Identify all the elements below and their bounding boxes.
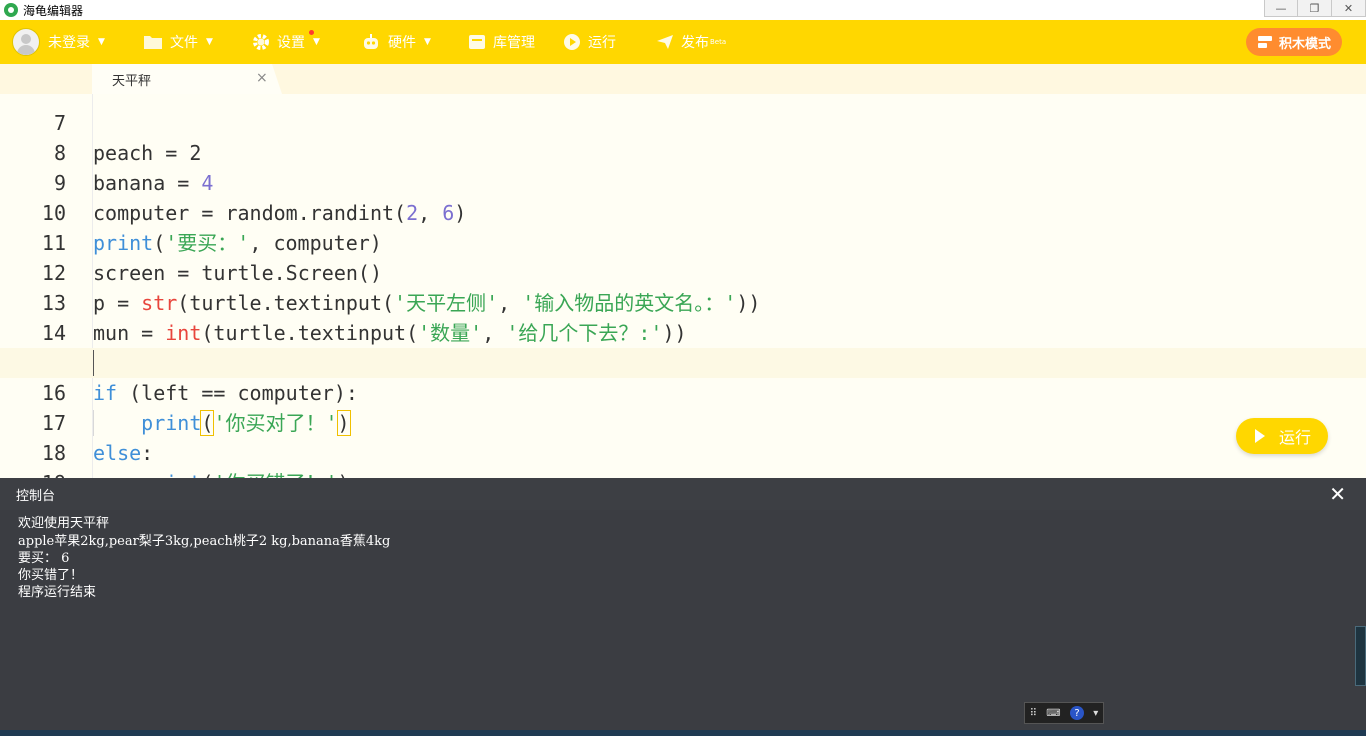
console-line: 程序运行结束 — [18, 585, 97, 600]
folder-icon — [144, 36, 162, 49]
code-line-17: 17 else: — [0, 378, 1366, 465]
minimize-button[interactable]: — — [1264, 0, 1298, 17]
restore-button[interactable]: ❐ — [1298, 0, 1332, 17]
ime-toolbar[interactable]: ⠿ ⌨ ? ▾ — [1024, 702, 1104, 724]
main-toolbar: 未登录 ▼ 文件 ▼ 设置 ▼ 硬件 ▼ 库管理 运行 发布 Beta 积木模式 — [0, 20, 1366, 64]
console-line: apple苹果2kg,pear梨子3kg,peach桃子2 kg,banana香… — [18, 534, 391, 549]
gear-icon — [253, 34, 269, 50]
line-number: 19 — [0, 468, 66, 478]
code-line-8: 8 banana = 4 — [0, 108, 1366, 195]
blocks-icon — [1257, 36, 1272, 48]
avatar — [12, 28, 40, 56]
publish-button[interactable]: 发布 Beta — [656, 20, 726, 64]
hardware-menu[interactable]: 硬件 ▼ — [361, 20, 431, 64]
robot-icon — [364, 34, 378, 49]
hardware-menu-label: 硬件 — [388, 35, 416, 51]
side-drag-handle[interactable] — [1355, 626, 1366, 686]
tab-bar: 天平秤 × — [0, 64, 1366, 94]
code-editor[interactable]: 7 peach = 2 8 banana = 4 9 computer = ra… — [0, 94, 1366, 478]
file-menu[interactable]: 文件 ▼ — [143, 20, 213, 64]
settings-menu-label: 设置 — [277, 35, 305, 51]
paper-plane-icon — [657, 35, 673, 49]
text-cursor — [93, 350, 94, 376]
console-title: 控制台 — [16, 488, 56, 504]
library-manager-button[interactable]: 库管理 — [468, 20, 535, 64]
code-line-10: 10 print('要买：', computer) — [0, 168, 1366, 255]
play-icon — [1254, 429, 1265, 443]
code-line-13: 13 mun = int(turtle.textinput('数量', '给几个… — [0, 258, 1366, 345]
floating-run-button[interactable]: 运行 — [1236, 418, 1328, 454]
library-box-icon — [469, 35, 485, 49]
code-line-7: 7 peach = 2 — [0, 94, 1366, 165]
title-bar: 海龟编辑器 — ❐ ✕ — [0, 0, 1366, 21]
publish-label: 发布 — [681, 35, 709, 51]
code-line-14: 14 left = (p * mun) — [0, 288, 1366, 375]
login-menu[interactable]: 未登录 ▼ — [12, 20, 105, 64]
file-menu-label: 文件 — [170, 35, 198, 51]
close-window-button[interactable]: ✕ — [1332, 0, 1366, 17]
toolbar-run-label: 运行 — [588, 35, 616, 51]
tab-label: 天平秤 — [112, 73, 152, 89]
toolbar-run-button[interactable]: 运行 — [563, 20, 616, 64]
console-header: 控制台 ✕ — [0, 478, 1366, 510]
help-icon[interactable]: ? — [1070, 706, 1084, 720]
keyboard-icon[interactable]: ⌨ — [1046, 708, 1060, 719]
notification-dot — [309, 30, 314, 35]
block-mode-button[interactable]: 积木模式 — [1246, 28, 1342, 56]
chevron-down-icon: ▼ — [424, 37, 431, 47]
code-line-16: 16 print('你买对了！') — [0, 348, 1366, 436]
window-controls: — ❐ ✕ — [1264, 0, 1366, 17]
console-close-icon[interactable]: ✕ — [1329, 482, 1346, 506]
settings-menu[interactable]: 设置 ▼ — [252, 20, 320, 64]
code-line-12: 12 p = str(turtle.textinput('天平左侧', '输入物… — [0, 228, 1366, 315]
code-line-15: 15 if (left == computer): — [0, 318, 1366, 405]
os-taskbar — [0, 730, 1366, 736]
tab-tianpingcheng[interactable]: 天平秤 × — [92, 64, 282, 94]
chevron-down-icon: ▼ — [206, 37, 213, 47]
beta-badge: Beta — [710, 38, 727, 46]
ime-menu-icon[interactable]: ▾ — [1093, 708, 1098, 719]
play-circle-icon — [564, 34, 580, 50]
console-output[interactable]: 欢迎使用天平秤 apple苹果2kg,pear梨子3kg,peach桃子2 kg… — [0, 510, 1366, 730]
code-line-11: 11 screen = turtle.Screen() — [0, 198, 1366, 285]
chevron-down-icon: ▼ — [313, 37, 320, 47]
code-line-9: 9 computer = random.randint(2, 6) — [0, 138, 1366, 225]
login-label: 未登录 — [48, 35, 90, 51]
indent-guide — [93, 410, 94, 436]
tab-close-icon[interactable]: × — [256, 70, 268, 86]
library-manager-label: 库管理 — [493, 35, 535, 51]
code-line-18: 18 print('你买错了！') — [0, 408, 1366, 478]
code-line-19: 19 — [0, 438, 1366, 478]
app-title: 海龟编辑器 — [23, 3, 84, 18]
block-mode-label: 积木模式 — [1278, 36, 1331, 52]
code-text: print('你买错了！') — [93, 468, 349, 478]
app-logo-icon — [4, 3, 18, 17]
chevron-down-icon: ▼ — [98, 37, 105, 47]
console-line: 要买： 6 — [18, 551, 70, 566]
ime-grip-icon[interactable]: ⠿ — [1030, 708, 1037, 719]
console-line: 欢迎使用天平秤 — [18, 516, 110, 531]
floating-run-label: 运行 — [1278, 428, 1311, 447]
console-line: 你买错了！ — [18, 568, 84, 583]
